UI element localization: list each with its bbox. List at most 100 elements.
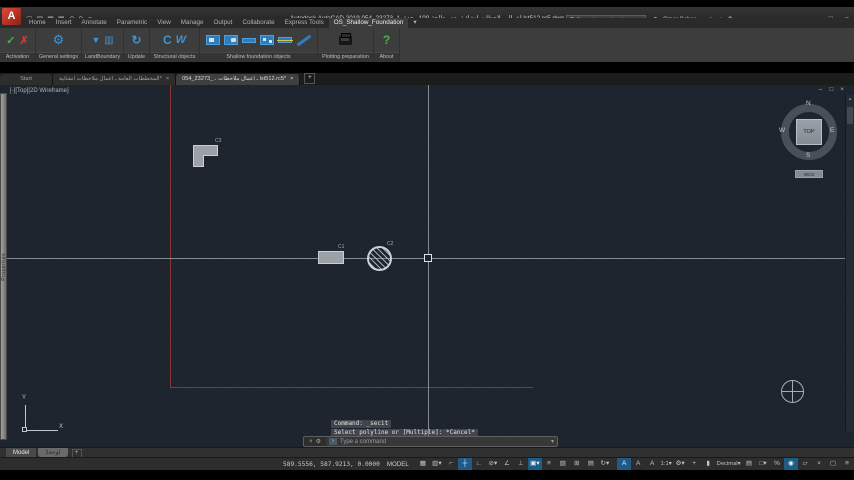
file-tab-start[interactable]: Start — [0, 74, 53, 85]
file-tab-label: Start — [20, 76, 32, 82]
circle-center-mark[interactable] — [781, 380, 804, 403]
folder-icon[interactable]: ▱ — [798, 458, 812, 470]
units-dropdown[interactable]: Decimal▾ — [715, 458, 742, 470]
transparency-icon[interactable]: ▨ — [556, 458, 570, 470]
strip-footing-button[interactable] — [241, 37, 256, 43]
tab-collaborate[interactable]: Collaborate — [237, 18, 279, 28]
drawing-close-icon[interactable]: × — [840, 86, 844, 93]
file-tab-close-icon[interactable]: × — [166, 74, 169, 85]
ucs-x-axis — [25, 430, 58, 431]
tab-home[interactable]: Home — [24, 18, 51, 28]
viewport-maximize-icon[interactable]: □▾ — [756, 458, 770, 470]
object-snap-tracking-icon[interactable]: ⊥ — [514, 458, 528, 470]
footing-c1-shape[interactable] — [318, 251, 344, 264]
viewport-controls[interactable]: [-][Top][2D Wireframe] — [10, 88, 69, 94]
tab-express-tools[interactable]: Express Tools — [280, 18, 329, 28]
scroll-up-icon[interactable]: ▴ — [846, 95, 854, 103]
printer-icon[interactable] — [339, 32, 352, 45]
isodraft-icon[interactable]: ⊘▾ — [486, 458, 500, 470]
tab-annotate[interactable]: Annotate — [77, 18, 112, 28]
viewcube-west[interactable]: W — [779, 127, 785, 134]
command-line[interactable]: × ⚙ › Type a command ▾ — [303, 436, 558, 447]
annotation-monitor-icon[interactable]: + — [687, 458, 701, 470]
deactivate-button[interactable]: ✗ — [20, 34, 29, 47]
infer-constraints-icon[interactable]: ⌐ — [444, 458, 458, 470]
footing-c3-shape-leg[interactable] — [193, 155, 204, 167]
ribbon: ✓ ✗ Activation ⚙ General settings ▼ ▥ La… — [0, 28, 854, 62]
autocad-logo-icon[interactable]: A — [2, 8, 21, 25]
boundary-line-bottom[interactable] — [170, 387, 533, 388]
model-tab[interactable]: Model — [6, 448, 37, 457]
object-snap-icon[interactable]: ▣▾ — [527, 458, 542, 470]
command-customize-icon[interactable]: ⚙ — [316, 438, 321, 445]
workspace-switching-icon[interactable]: ⚙▾ — [673, 458, 687, 470]
ribbon-display-dropdown-icon[interactable]: ▾ — [408, 18, 421, 28]
tie-beam-button[interactable] — [276, 37, 293, 43]
file-tab-active-drawing[interactable]: 054_23273_ ، ـ اعمال ملاحظات lst512.rc5*… — [176, 74, 301, 85]
wall-tool-button[interactable]: W — [176, 34, 186, 46]
eccentric-footing-button[interactable] — [223, 35, 238, 45]
command-recent-dropdown-icon[interactable]: ▾ — [551, 438, 557, 445]
command-input[interactable]: Type a command — [340, 439, 551, 445]
annotation-scale-icon[interactable]: A — [645, 458, 659, 470]
annotation-visibility-icon[interactable]: A — [617, 458, 632, 470]
column-tool-button[interactable]: C — [163, 33, 172, 47]
coordinates-readout[interactable]: 589.5556, 587.9213, 0.0000 — [283, 461, 380, 468]
ucs-x-label: X — [59, 424, 64, 430]
graphics-performance-icon[interactable]: ◉ — [784, 458, 798, 470]
about-button[interactable]: ? — [383, 33, 390, 47]
tab-parametric[interactable]: Parametric — [112, 18, 152, 28]
file-tab-close-icon[interactable]: × — [290, 74, 293, 85]
drawing-minimize-icon[interactable]: – — [819, 86, 823, 93]
tab-output[interactable]: Output — [209, 18, 238, 28]
layout-tab[interactable]: لوحة1 — [38, 448, 68, 457]
customization-icon[interactable]: ≡ — [840, 458, 854, 470]
boundary-columns-button[interactable]: ▥ — [104, 35, 113, 46]
quick-properties-icon[interactable]: ▤ — [584, 458, 598, 470]
edit-footing-button[interactable] — [296, 34, 311, 46]
vertical-scrollbar[interactable]: ▴ — [845, 95, 854, 432]
file-tab-drawing2[interactable]: المخططات العامة ـ اعمال ملاحظات انشائية*… — [53, 74, 177, 85]
new-drawing-button[interactable]: + — [304, 73, 316, 84]
footing-c2-shape[interactable] — [367, 246, 392, 271]
snap-icon[interactable]: ▥▾ — [430, 458, 444, 470]
viewcube-top-face[interactable]: TOP — [796, 119, 822, 145]
isolated-footing-button[interactable] — [205, 35, 220, 45]
tab-os-shallow-foundation[interactable]: OS_Shallow_Foundation — [328, 18, 409, 28]
tab-insert[interactable]: Insert — [51, 18, 77, 28]
selection-cycling-icon[interactable]: ⊞ — [570, 458, 584, 470]
properties-palette-tab[interactable]: Properties — [0, 93, 7, 440]
combined-footing-button[interactable] — [259, 35, 274, 45]
dynamic-input-icon[interactable]: ┼ — [457, 458, 472, 470]
lineweight-icon[interactable]: ≡ — [542, 458, 556, 470]
settings-gear-button[interactable]: ⚙ — [53, 32, 65, 48]
autoscale-icon[interactable]: A — [631, 458, 645, 470]
isolate-objects-icon[interactable]: % — [770, 458, 784, 470]
drawing-canvas[interactable]: [-][Top][2D Wireframe] – □ × Properties … — [0, 85, 854, 447]
clear-ui-icon[interactable]: × — [812, 458, 826, 470]
tab-manage[interactable]: Manage — [176, 18, 209, 28]
boundary-filter-button[interactable]: ▼ — [91, 35, 100, 45]
activate-button[interactable]: ✓ — [6, 34, 15, 47]
viewcube-east[interactable]: E — [830, 127, 834, 134]
viewcube-wcs-dropdown[interactable]: WCS — [795, 170, 823, 178]
grid-icon[interactable]: ▦ — [416, 458, 430, 470]
polar-tracking-icon[interactable]: ∠ — [500, 458, 514, 470]
command-history: Command: _secit Select polyline or [Mult… — [331, 420, 478, 437]
refresh-icon[interactable]: ↻▾ — [598, 458, 612, 470]
palette-title: Properties — [0, 252, 7, 281]
viewcube-north[interactable]: N — [806, 100, 811, 107]
boundary-line-left[interactable] — [170, 85, 171, 387]
command-close-icon[interactable]: × — [309, 439, 313, 445]
viewcube-south[interactable]: S — [806, 152, 810, 159]
scale-value-dropdown[interactable]: 1:1▾ — [659, 458, 673, 470]
clean-screen-icon[interactable]: ▢ — [826, 458, 840, 470]
panel-label: Activation — [0, 52, 35, 62]
update-button[interactable]: ↻ — [131, 33, 141, 47]
drawing-restore-icon[interactable]: □ — [829, 86, 833, 93]
tab-view[interactable]: View — [152, 18, 176, 28]
scrollbar-thumb[interactable] — [847, 107, 853, 124]
model-space-toggle[interactable]: MODEL — [384, 461, 412, 468]
quick-view-icon[interactable]: ▤ — [742, 458, 756, 470]
ortho-icon[interactable]: ∟ — [472, 458, 486, 470]
